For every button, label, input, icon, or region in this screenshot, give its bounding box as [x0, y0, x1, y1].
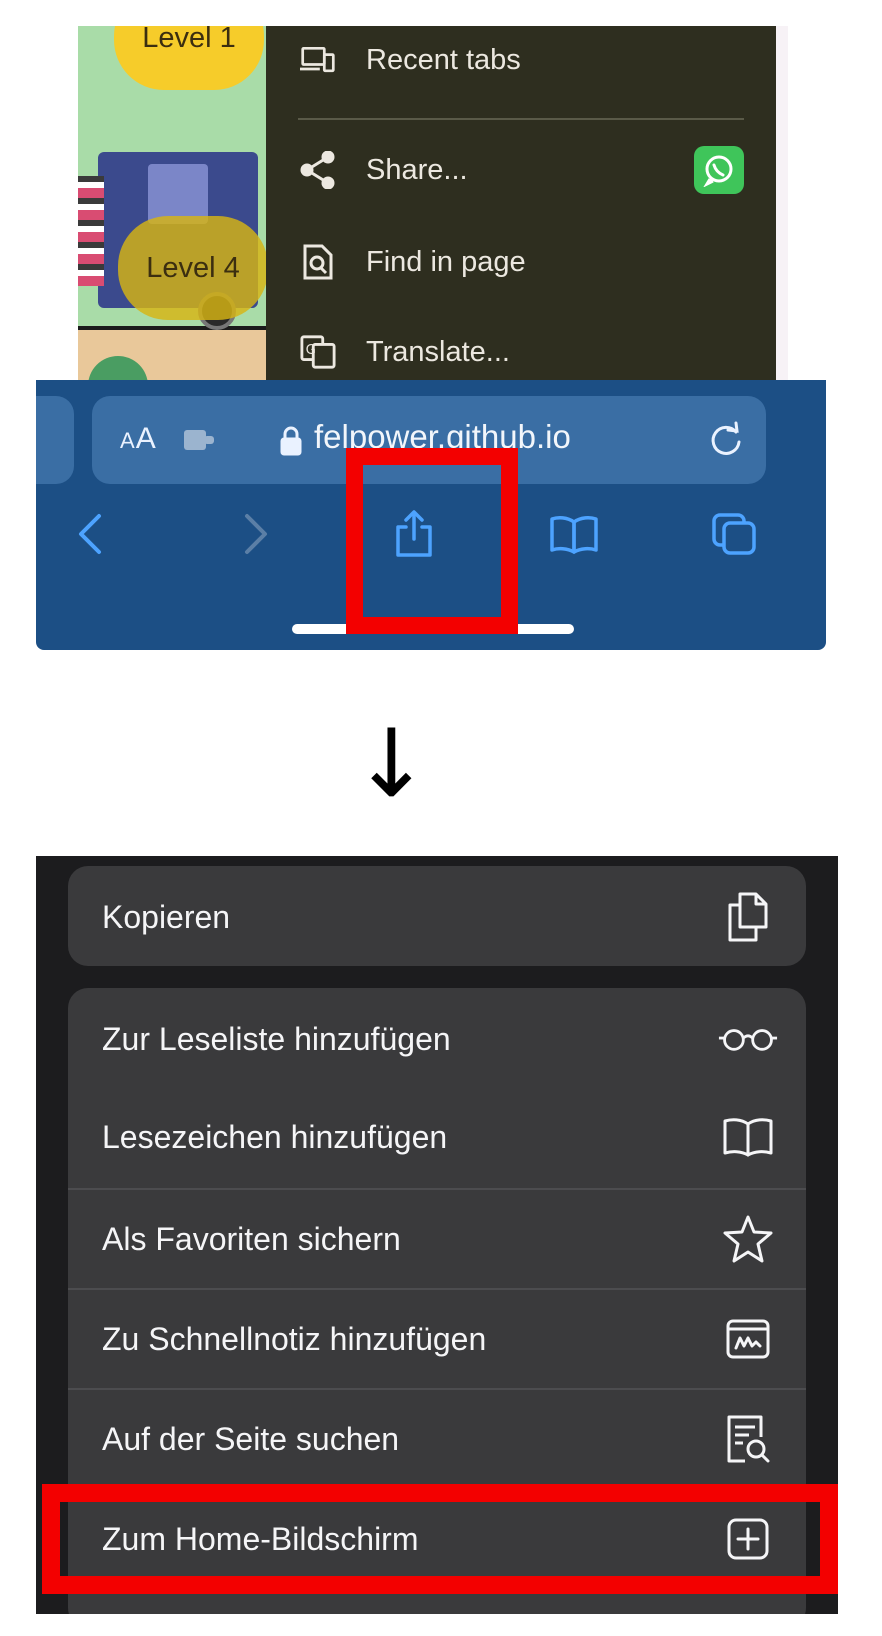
reload-icon[interactable]	[706, 420, 746, 465]
copy-documents-icon	[718, 887, 778, 947]
star-icon	[718, 1209, 778, 1269]
level-1-label: Level 1	[142, 26, 236, 54]
tabs-button[interactable]	[704, 506, 764, 566]
menu-item-recent-tabs[interactable]: Recent tabs	[266, 30, 776, 90]
bus-window	[148, 164, 208, 224]
level-4-button[interactable]: Level 4	[118, 216, 268, 320]
share-nodes-icon	[300, 151, 336, 189]
tabs-icon	[710, 511, 758, 562]
copy-group: Kopieren	[68, 866, 806, 966]
menu-item-share[interactable]: Share...	[266, 140, 776, 200]
bookmarks-button[interactable]	[544, 506, 604, 566]
browser-overflow-menu: Recent tabs Share... Find in page G Tran…	[266, 26, 776, 380]
game-scene: Level 1 Level 4	[78, 26, 278, 380]
action-find-on-page[interactable]: Auf der Seite suchen	[68, 1388, 806, 1490]
action-label: Zur Leseliste hinzufügen	[102, 1020, 451, 1057]
previous-tab-stub[interactable]	[36, 396, 74, 484]
extension-icon[interactable]	[182, 426, 218, 459]
back-button[interactable]	[60, 506, 120, 566]
chevron-right-icon	[241, 512, 271, 561]
share-button-highlight	[346, 448, 518, 634]
chevron-left-icon	[75, 512, 105, 561]
browser-screenshot-top: Level 1 Level 4 Recent tabs Share... Fin…	[0, 0, 882, 660]
forward-button[interactable]	[226, 506, 286, 566]
aa-large-label: A	[135, 422, 157, 455]
copy-label: Kopieren	[102, 898, 231, 935]
menu-item-find-in-page[interactable]: Find in page	[266, 232, 776, 292]
svg-text:G: G	[306, 343, 316, 358]
menu-label-recent-tabs: Recent tabs	[366, 43, 521, 76]
reader-settings-button[interactable]: AA	[120, 422, 157, 456]
find-in-page-icon	[300, 244, 336, 280]
home-screen-highlight	[42, 1484, 838, 1594]
whatsapp-icon[interactable]	[694, 146, 744, 194]
book-icon	[549, 514, 599, 559]
glasses-icon	[718, 1009, 778, 1069]
menu-item-translate[interactable]: G Translate...	[266, 322, 776, 382]
translate-icon: G	[300, 334, 336, 370]
level-4-label: Level 4	[146, 251, 240, 284]
down-arrow: ↓	[352, 710, 431, 819]
menu-divider	[298, 118, 744, 120]
devices-icon	[300, 42, 336, 78]
level-1-button[interactable]: Level 1	[114, 26, 264, 90]
lock-icon	[280, 426, 302, 461]
action-quick-note[interactable]: Zu Schnellnotiz hinzufügen	[68, 1288, 806, 1390]
action-label: Zu Schnellnotiz hinzufügen	[102, 1320, 487, 1357]
menu-label-translate: Translate...	[366, 335, 510, 368]
book-icon	[718, 1107, 778, 1167]
game-character	[78, 176, 104, 286]
copy-action[interactable]: Kopieren	[68, 866, 806, 968]
action-add-favorite[interactable]: Als Favoriten sichern	[68, 1188, 806, 1290]
action-label: Als Favoriten sichern	[102, 1220, 401, 1257]
menu-label-share: Share...	[366, 153, 468, 186]
search-document-icon	[718, 1409, 778, 1469]
menu-label-find-in-page: Find in page	[366, 245, 526, 278]
action-label: Lesezeichen hinzufügen	[102, 1118, 448, 1155]
action-label: Auf der Seite suchen	[102, 1420, 400, 1457]
quick-note-icon	[718, 1309, 778, 1369]
action-reading-list[interactable]: Zur Leseliste hinzufügen	[68, 988, 806, 1090]
aa-small-label: A	[120, 428, 136, 453]
action-add-bookmark[interactable]: Lesezeichen hinzufügen	[68, 1086, 806, 1188]
